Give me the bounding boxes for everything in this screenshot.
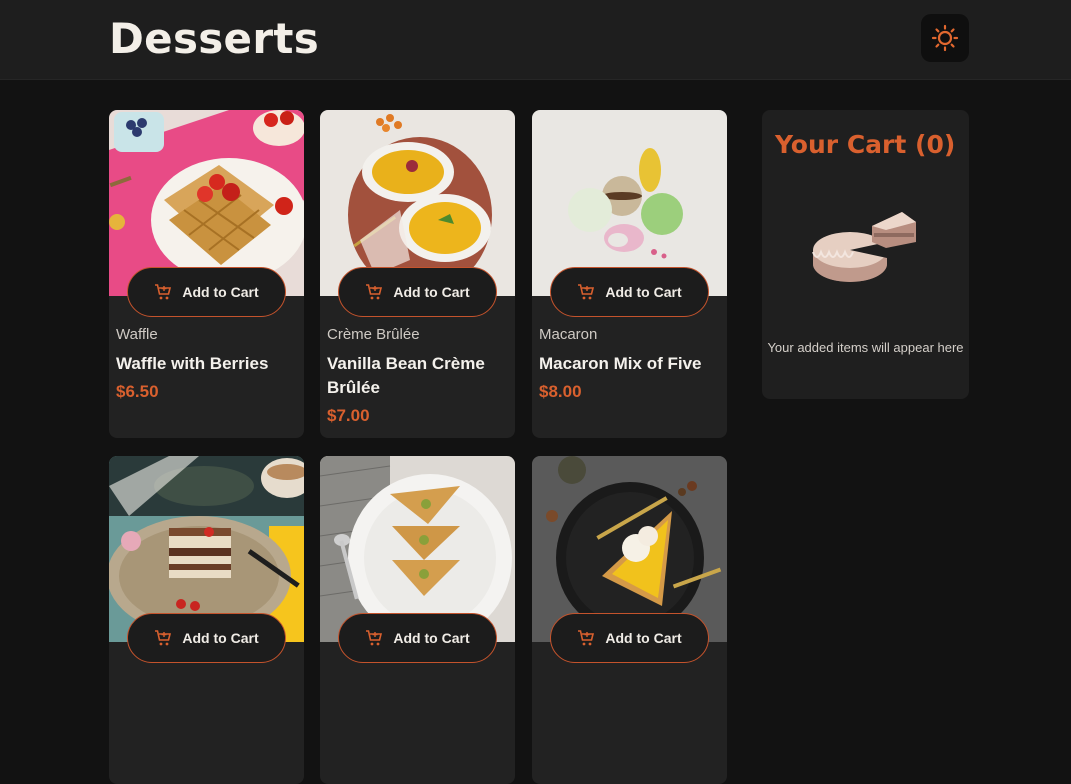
cart-empty-message: Your added items will appear here (767, 340, 964, 355)
cart-icon (578, 284, 595, 300)
product-category: Waffle (116, 326, 158, 343)
product-card-tiramisu: Add to Cart (109, 456, 304, 784)
add-to-cart-button[interactable]: Add to Cart (127, 613, 286, 663)
add-to-cart-label: Add to Cart (605, 630, 682, 646)
cart-title: Your Cart (0) (775, 130, 956, 159)
product-card-pie: Add to Cart (532, 456, 727, 784)
add-to-cart-label: Add to Cart (182, 630, 259, 646)
page-title: Desserts (109, 14, 320, 63)
product-price: $6.50 (116, 382, 159, 401)
product-card-creme-brulee: Add to Cart Crème Brûlée Vanilla Bean Cr… (320, 110, 515, 438)
product-name: Macaron Mix of Five (539, 354, 702, 373)
add-to-cart-label: Add to Cart (182, 284, 259, 300)
add-to-cart-button[interactable]: Add to Cart (550, 267, 709, 317)
add-to-cart-button[interactable]: Add to Cart (338, 267, 497, 317)
add-to-cart-button[interactable]: Add to Cart (550, 613, 709, 663)
theme-toggle-button[interactable] (921, 14, 969, 62)
product-card-macaron: Add to Cart Macaron Macaron Mix of Five … (532, 110, 727, 438)
product-price: $8.00 (539, 382, 582, 401)
product-name: Waffle with Berries (116, 354, 269, 373)
add-to-cart-label: Add to Cart (605, 284, 682, 300)
header: Desserts (0, 0, 1071, 80)
add-to-cart-label: Add to Cart (393, 630, 470, 646)
add-to-cart-button[interactable]: Add to Cart (127, 267, 286, 317)
product-card-waffle: Add to Cart Waffle Waffle with Berries $… (109, 110, 304, 438)
cart-icon (578, 630, 595, 646)
cart-icon (155, 284, 172, 300)
add-to-cart-button[interactable]: Add to Cart (338, 613, 497, 663)
product-price: $7.00 (327, 406, 370, 425)
sun-icon (931, 24, 959, 52)
product-category: Macaron (539, 326, 598, 343)
cart-panel: Your Cart (0) Your added items will appe… (762, 110, 969, 399)
product-name: Vanilla Bean Crème Brûlée (327, 354, 485, 397)
product-card-baklava: Add to Cart (320, 456, 515, 784)
cart-icon (366, 630, 383, 646)
add-to-cart-label: Add to Cart (393, 284, 470, 300)
cart-icon (155, 630, 172, 646)
cart-icon (366, 284, 383, 300)
product-category: Crème Brûlée (327, 326, 420, 343)
empty-cake-icon (810, 202, 920, 297)
